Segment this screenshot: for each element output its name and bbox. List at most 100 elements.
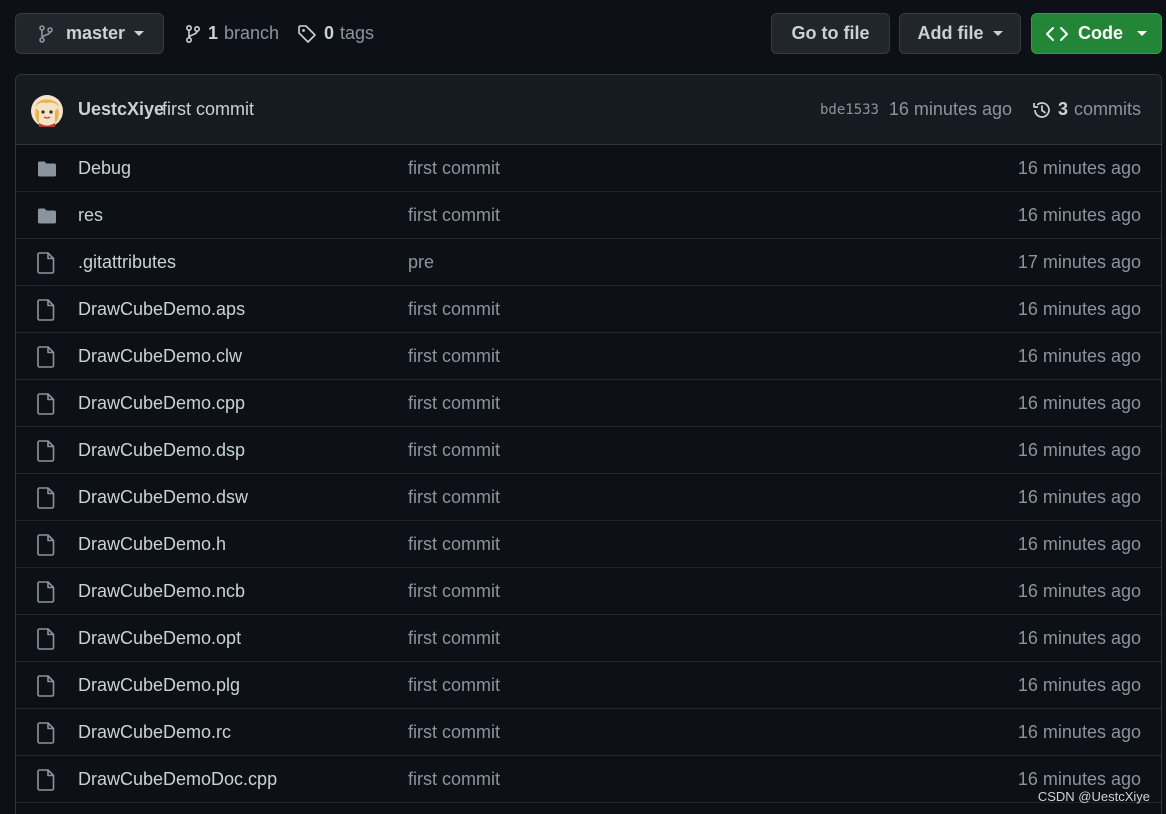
git-branch-icon bbox=[185, 24, 201, 43]
file-icon bbox=[37, 346, 55, 373]
file-commit-message-link[interactable]: first commit bbox=[408, 487, 500, 508]
file-commit-message-link[interactable]: first commit bbox=[408, 722, 500, 743]
file-row[interactable]: DrawCubeDemo.aps first commit 16 minutes a… bbox=[16, 286, 1161, 333]
code-button[interactable]: Code bbox=[1031, 13, 1162, 54]
file-icon bbox=[37, 581, 55, 608]
file-name-link[interactable]: DrawCubeDemo.cpp bbox=[78, 393, 245, 414]
tag-icon bbox=[298, 24, 316, 43]
file-name-link[interactable]: DrawCubeDemo.h bbox=[78, 534, 226, 555]
history-icon bbox=[1033, 101, 1050, 118]
file-icon bbox=[37, 675, 55, 702]
commits-label: commits bbox=[1074, 99, 1141, 119]
file-name-link[interactable]: DrawCubeDemo.aps bbox=[78, 299, 245, 320]
file-commit-age: 17 minutes ago bbox=[1017, 251, 1141, 272]
file-row[interactable]: Debug first commit 16 minutes ago bbox=[16, 145, 1161, 192]
file-icon bbox=[37, 440, 55, 467]
file-row[interactable]: DrawCubeDemo.dsp first commit 16 minutes a… bbox=[16, 427, 1161, 474]
file-commit-message-link[interactable]: first commit bbox=[408, 769, 500, 790]
commits-history-link[interactable]: 3 commits bbox=[1032, 99, 1141, 120]
chevron-down-icon bbox=[1137, 31, 1147, 36]
file-icon bbox=[37, 299, 55, 326]
branch-name: master bbox=[66, 23, 126, 43]
commit-sha-link[interactable]: bde1533 bbox=[820, 102, 879, 118]
file-commit-age: 16 minutes ago bbox=[1017, 580, 1141, 601]
file-list-box: UestcXiye first commit bde1533 16 minute… bbox=[15, 74, 1162, 814]
file-icon bbox=[37, 534, 55, 561]
watermark: CSDN @UestcXiye bbox=[1037, 789, 1150, 804]
file-name-link[interactable]: DrawCubeDemo.dsp bbox=[78, 440, 245, 461]
file-row[interactable]: DrawCubeDemo.cpp first commit 16 minutes a… bbox=[16, 380, 1161, 427]
file-name-link[interactable]: res bbox=[78, 205, 103, 226]
file-commit-message-link[interactable]: first commit bbox=[408, 440, 500, 461]
branches-label: branch bbox=[224, 23, 280, 43]
file-icon bbox=[37, 393, 55, 420]
tags-label: tags bbox=[340, 23, 375, 43]
file-commit-age: 16 minutes ago bbox=[1017, 533, 1141, 554]
commit-age: 16 minutes ago bbox=[888, 99, 1012, 119]
file-commit-age: 16 minutes ago bbox=[1017, 486, 1141, 507]
file-name-link[interactable]: .gitattributes bbox=[78, 252, 176, 273]
file-icon bbox=[37, 722, 55, 749]
file-row[interactable]: .gitattributes pre 17 minutes ago bbox=[16, 239, 1161, 286]
file-row[interactable]: DrawCubeDemo.ncb first commit 16 minutes a… bbox=[16, 568, 1161, 615]
file-commit-age: 16 minutes ago bbox=[1017, 674, 1141, 695]
branches-count: 1 bbox=[208, 23, 219, 43]
avatar[interactable] bbox=[31, 95, 63, 127]
add-file-button[interactable]: Add file bbox=[899, 13, 1021, 54]
file-commit-message-link[interactable]: first commit bbox=[408, 534, 500, 555]
commit-author-link[interactable]: UestcXiye bbox=[78, 99, 164, 120]
file-commit-age: 16 minutes ago bbox=[1017, 721, 1141, 742]
tags-count: 0 bbox=[324, 23, 335, 43]
chevron-down-icon bbox=[134, 31, 145, 36]
file-row[interactable]: res first commit 16 minutes ago bbox=[16, 192, 1161, 239]
file-name-link[interactable]: DrawCubeDemo.dsw bbox=[78, 487, 248, 508]
file-icon bbox=[37, 252, 55, 279]
commit-message-link[interactable]: first commit bbox=[162, 99, 254, 120]
file-commit-age: 16 minutes ago bbox=[1017, 392, 1141, 413]
file-name-link[interactable]: DrawCubeDemoDoc.cpp bbox=[78, 769, 277, 790]
file-commit-age: 16 minutes ago bbox=[1017, 768, 1141, 789]
file-commit-message-link[interactable]: pre bbox=[408, 252, 434, 273]
file-icon bbox=[37, 769, 55, 796]
file-row[interactable]: DrawCubeDemo.clw first commit 16 minutes a… bbox=[16, 333, 1161, 380]
git-branch-icon bbox=[39, 24, 53, 43]
file-name-link[interactable]: DrawCubeDemo.opt bbox=[78, 628, 241, 649]
file-row[interactable]: DrawCubeDemo.plg first commit 16 minutes a… bbox=[16, 662, 1161, 709]
file-row[interactable]: DrawCubeDemo.dsw first commit 16 minutes a… bbox=[16, 474, 1161, 521]
file-commit-message-link[interactable]: first commit bbox=[408, 158, 500, 179]
file-commit-message-link[interactable]: first commit bbox=[408, 628, 500, 649]
repo-toolbar: master 1 branch 0 tags Go to file Add fi… bbox=[15, 13, 1162, 54]
file-commit-age: 16 minutes ago bbox=[1017, 204, 1141, 225]
file-commit-message-link[interactable]: first commit bbox=[408, 205, 500, 226]
file-commit-message-link[interactable]: first commit bbox=[408, 299, 500, 320]
file-commit-message-link[interactable]: first commit bbox=[408, 393, 500, 414]
branch-select-button[interactable]: master bbox=[15, 13, 164, 54]
go-to-file-button[interactable]: Go to file bbox=[771, 13, 890, 54]
file-row[interactable]: DrawCubeDemo.rc first commit 16 minutes ag… bbox=[16, 709, 1161, 756]
file-commit-message-link[interactable]: first commit bbox=[408, 675, 500, 696]
file-commit-age: 16 minutes ago bbox=[1017, 298, 1141, 319]
file-name-link[interactable]: DrawCubeDemo.ncb bbox=[78, 581, 245, 602]
file-name-link[interactable]: DrawCubeDemo.plg bbox=[78, 675, 240, 696]
file-name-link[interactable]: Debug bbox=[78, 158, 131, 179]
go-to-file-label: Go to file bbox=[791, 23, 870, 43]
file-commit-age: 16 minutes ago bbox=[1017, 439, 1141, 460]
file-commit-message-link[interactable]: first commit bbox=[408, 581, 500, 602]
file-list: Debug first commit 16 minutes ago res first … bbox=[16, 145, 1161, 803]
commits-count: 3 bbox=[1057, 99, 1068, 119]
file-name-link[interactable]: DrawCubeDemo.rc bbox=[78, 722, 231, 743]
repo-page: master 1 branch 0 tags Go to file Add fi… bbox=[0, 0, 1166, 814]
folder-icon bbox=[37, 207, 57, 230]
file-icon bbox=[37, 487, 55, 514]
file-row[interactable]: DrawCubeDemo.h first commit 16 minutes ago bbox=[16, 521, 1161, 568]
folder-icon bbox=[37, 160, 57, 183]
file-commit-message-link[interactable]: first commit bbox=[408, 346, 500, 367]
file-row[interactable]: DrawCubeDemoDoc.cpp first commit 16 minute… bbox=[16, 756, 1161, 803]
tags-link[interactable]: 0 tags bbox=[297, 13, 374, 54]
file-row[interactable]: DrawCubeDemo.opt first commit 16 minutes a… bbox=[16, 615, 1161, 662]
file-commit-age: 16 minutes ago bbox=[1017, 157, 1141, 178]
file-name-link[interactable]: DrawCubeDemo.clw bbox=[78, 346, 242, 367]
branches-link[interactable]: 1 branch bbox=[185, 13, 279, 54]
latest-commit-bar: UestcXiye first commit bde1533 16 minute… bbox=[16, 75, 1161, 145]
chevron-down-icon bbox=[992, 31, 1003, 36]
